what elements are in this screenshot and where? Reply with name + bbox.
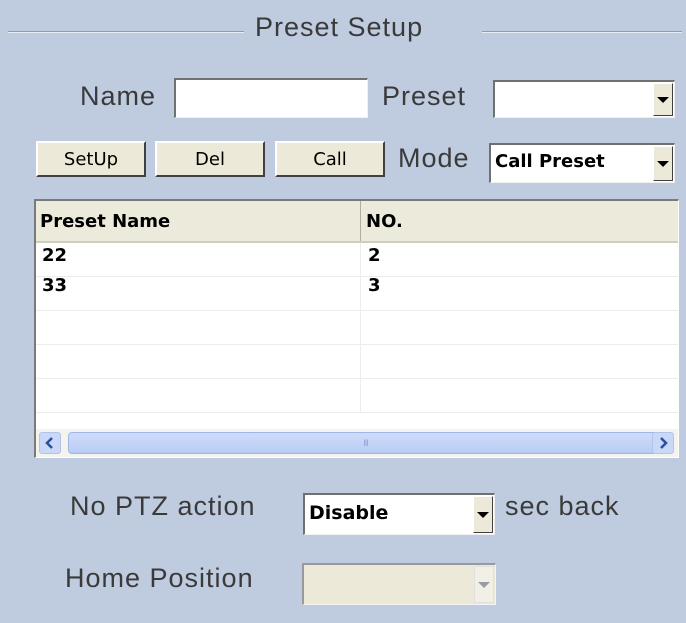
setup-button[interactable]: SetUp [36, 141, 146, 177]
home-position-dropdown-button[interactable] [474, 566, 494, 603]
scroll-grip: III [363, 438, 368, 448]
cell-no [362, 311, 677, 344]
no-ptz-dropdown-button[interactable] [473, 496, 493, 533]
cell-no: 2 [368, 245, 381, 266]
cell-preset-name: 22 [36, 243, 361, 276]
cell-no [362, 379, 677, 412]
cell-preset-name [36, 379, 361, 412]
table-row[interactable]: 33 3 [36, 277, 678, 311]
chevron-left-icon [45, 437, 53, 449]
chevron-down-icon [657, 160, 669, 167]
mode-select-value: Call Preset [495, 151, 605, 172]
no-ptz-action-value: Disable [309, 502, 389, 524]
table-row[interactable] [36, 311, 678, 345]
column-header-no[interactable]: NO. [362, 201, 677, 241]
scroll-left-button[interactable] [39, 432, 61, 454]
table-row[interactable]: 22 2 [36, 243, 678, 277]
cell-no [362, 345, 677, 378]
cell-preset-name [36, 311, 361, 344]
chevron-down-icon [657, 96, 669, 103]
preset-label: Preset [382, 81, 467, 111]
group-line-right [482, 31, 682, 33]
scroll-thumb[interactable]: III [68, 432, 663, 454]
group-title: Preset Setup [255, 12, 424, 42]
mode-label: Mode [398, 143, 470, 173]
column-header-preset-name[interactable]: Preset Name [36, 201, 361, 241]
cell-preset-name [36, 345, 361, 378]
name-field[interactable] [174, 78, 368, 118]
chevron-down-icon [478, 581, 490, 588]
no-ptz-action-select[interactable]: Disable [303, 493, 495, 535]
chevron-down-icon [477, 511, 489, 518]
table-header: Preset Name NO. [36, 201, 678, 243]
table-row[interactable] [36, 379, 678, 413]
mode-select[interactable]: Call Preset [489, 143, 675, 183]
del-button[interactable]: Del [155, 141, 265, 177]
mode-dropdown-button[interactable] [653, 146, 673, 181]
scroll-right-button[interactable] [652, 432, 674, 454]
no-ptz-action-label: No PTZ action [70, 491, 256, 521]
cell-no: 3 [368, 275, 381, 296]
name-label: Name [80, 81, 157, 111]
preset-select[interactable] [493, 80, 675, 118]
horizontal-scrollbar[interactable]: III [36, 429, 678, 457]
preset-dropdown-button[interactable] [653, 83, 673, 116]
home-position-select[interactable] [302, 563, 496, 605]
preset-table: Preset Name NO. 22 2 33 3 III [34, 199, 679, 458]
home-position-label: Home Position [65, 563, 254, 593]
table-row[interactable] [36, 345, 678, 379]
cell-preset-name: 33 [36, 277, 361, 310]
sec-back-label: sec back [505, 491, 620, 521]
call-button[interactable]: Call [275, 141, 385, 177]
group-line-left [8, 31, 244, 33]
chevron-right-icon [660, 437, 668, 449]
